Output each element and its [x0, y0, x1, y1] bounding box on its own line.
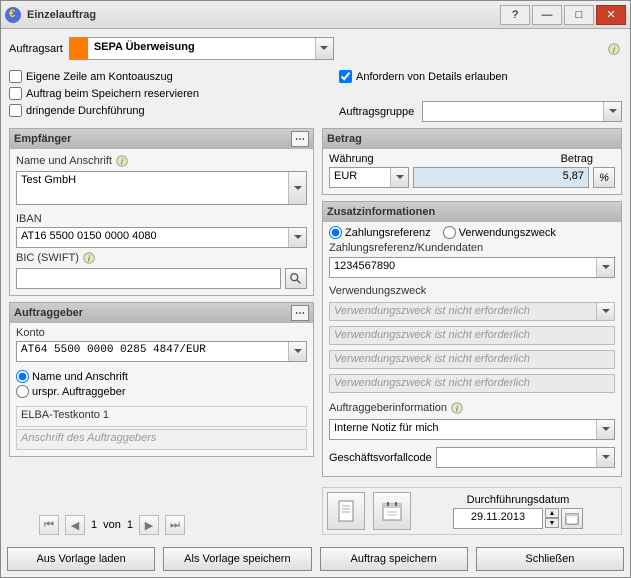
ref-label: Zahlungsreferenz/Kundendaten: [329, 242, 615, 254]
bic-input[interactable]: [16, 268, 281, 289]
amount-title: Betrag: [327, 133, 362, 145]
chevron-down-icon[interactable]: [390, 168, 408, 187]
info-icon[interactable]: i: [449, 400, 465, 416]
recipient-name-input[interactable]: Test GmbH: [16, 171, 307, 205]
recipient-more-button[interactable]: ⋯: [291, 131, 309, 147]
date-input[interactable]: 29.11.2013: [453, 508, 543, 529]
last-page-button[interactable]: ⏭: [165, 515, 185, 535]
close-button[interactable]: ✕: [596, 5, 626, 25]
purpose-line-3: Verwendungszweck ist nicht erforderlich: [329, 350, 615, 369]
type-color-swatch: [70, 38, 88, 59]
window-title: Einzelauftrag: [27, 9, 500, 21]
prev-page-button[interactable]: ◀: [65, 515, 85, 535]
originator-address-display: Anschrift des Auftraggebers: [16, 429, 307, 450]
help-button[interactable]: ?: [500, 5, 530, 25]
document-button[interactable]: [327, 492, 365, 530]
currency-label: Währung: [329, 153, 415, 165]
bic-label: BIC (SWIFT): [16, 252, 79, 264]
date-down-button[interactable]: ▼: [545, 518, 559, 528]
recipient-panel: Empfänger ⋯ Name und Anschrift i Test Gm…: [9, 128, 314, 296]
chevron-down-icon[interactable]: [596, 258, 614, 277]
originator-orig-radio[interactable]: urspr. Auftraggeber: [16, 385, 307, 398]
maximize-button[interactable]: □: [564, 5, 594, 25]
type-value: SEPA Überweisung: [88, 38, 315, 59]
type-select[interactable]: SEPA Überweisung: [69, 37, 334, 60]
currency-select[interactable]: EUR: [329, 167, 409, 188]
save-template-button[interactable]: Als Vorlage speichern: [163, 547, 311, 571]
recipient-title: Empfänger: [14, 133, 71, 145]
originfo-label: Auftraggeberinformation: [329, 402, 447, 414]
chevron-down-icon[interactable]: [288, 172, 306, 204]
gvc-select[interactable]: [436, 447, 615, 468]
minimize-button[interactable]: —: [532, 5, 562, 25]
search-button[interactable]: [285, 268, 307, 289]
app-icon: [5, 7, 21, 23]
own-line-checkbox[interactable]: Eigene Zeile am Kontoauszug: [9, 70, 339, 83]
calendar-button[interactable]: [373, 492, 411, 530]
amount-input[interactable]: 5,87: [413, 167, 589, 188]
purpose-radio[interactable]: Verwendungszweck: [443, 226, 556, 239]
window: Einzelauftrag ? — □ ✕ Auftragsart SEPA Ü…: [0, 0, 631, 578]
info-icon[interactable]: i: [114, 153, 130, 169]
info-icon[interactable]: i: [81, 250, 97, 266]
recipient-name-label: Name und Anschrift: [16, 155, 112, 167]
purpose-line-2: Verwendungszweck ist nicht erforderlich: [329, 326, 615, 345]
date-label: Durchführungsdatum: [467, 494, 570, 506]
reserve-checkbox[interactable]: Auftrag beim Speichern reservieren: [9, 87, 339, 100]
group-label: Auftragsgruppe: [339, 106, 414, 118]
originator-title: Auftraggeber: [14, 307, 83, 319]
originator-panel: Auftraggeber ⋯ Konto AT64 5500 0000 0285…: [9, 302, 314, 457]
percent-button[interactable]: %: [593, 167, 615, 188]
first-page-button[interactable]: ⏮: [39, 515, 59, 535]
group-select[interactable]: [422, 101, 622, 122]
amount-label: Betrag: [415, 153, 593, 165]
originator-more-button[interactable]: ⋯: [291, 305, 309, 321]
titlebar: Einzelauftrag ? — □ ✕: [1, 1, 630, 29]
date-up-button[interactable]: ▲: [545, 508, 559, 518]
chevron-down-icon[interactable]: [315, 38, 333, 59]
originfo-input[interactable]: Interne Notiz für mich: [329, 419, 615, 440]
date-picker-button[interactable]: [561, 508, 583, 529]
konto-label: Konto: [16, 327, 307, 339]
chevron-down-icon: [596, 303, 614, 320]
chevron-down-icon[interactable]: [596, 448, 614, 467]
amount-panel: Betrag Währung Betrag EUR: [322, 128, 622, 195]
originator-name-radio[interactable]: Name und Anschrift: [16, 370, 307, 383]
page-of-label: von: [103, 519, 121, 531]
extra-panel: Zusatzinformationen Zahlungsreferenz Ver…: [322, 201, 622, 477]
purpose-line-1: Verwendungszweck ist nicht erforderlich: [329, 302, 615, 321]
info-icon[interactable]: i: [606, 41, 622, 57]
chevron-down-icon[interactable]: [603, 102, 621, 121]
type-label: Auftragsart: [9, 43, 63, 55]
purpose-line-4: Verwendungszweck ist nicht erforderlich: [329, 374, 615, 393]
chevron-down-icon[interactable]: [596, 420, 614, 439]
page-current: 1: [91, 519, 97, 531]
save-order-button[interactable]: Auftrag speichern: [320, 547, 468, 571]
chevron-down-icon[interactable]: [288, 228, 306, 247]
pager: ⏮ ◀ 1 von 1 ▶ ⏭: [9, 515, 314, 535]
iban-label: IBAN: [16, 213, 307, 225]
gvc-label: Geschäftsvorfallcode: [329, 452, 432, 464]
load-template-button[interactable]: Aus Vorlage laden: [7, 547, 155, 571]
originator-name-display: ELBA-Testkonto 1: [16, 406, 307, 427]
ref-radio[interactable]: Zahlungsreferenz: [329, 226, 431, 239]
purpose-label: Verwendungszweck: [329, 285, 615, 297]
konto-select[interactable]: AT64 5500 0000 0285 4847/EUR: [16, 341, 307, 362]
date-panel: Durchführungsdatum 29.11.2013 ▲ ▼: [322, 487, 622, 535]
allow-details-checkbox[interactable]: Anfordern von Details erlauben: [339, 70, 622, 83]
iban-input[interactable]: AT16 5500 0150 0000 4080: [16, 227, 307, 248]
chevron-down-icon[interactable]: [288, 342, 306, 361]
ref-input[interactable]: 1234567890: [329, 257, 615, 278]
page-total: 1: [127, 519, 133, 531]
urgent-checkbox[interactable]: dringende Durchführung: [9, 104, 339, 117]
next-page-button[interactable]: ▶: [139, 515, 159, 535]
close-dialog-button[interactable]: Schließen: [476, 547, 624, 571]
extra-title: Zusatzinformationen: [327, 206, 435, 218]
